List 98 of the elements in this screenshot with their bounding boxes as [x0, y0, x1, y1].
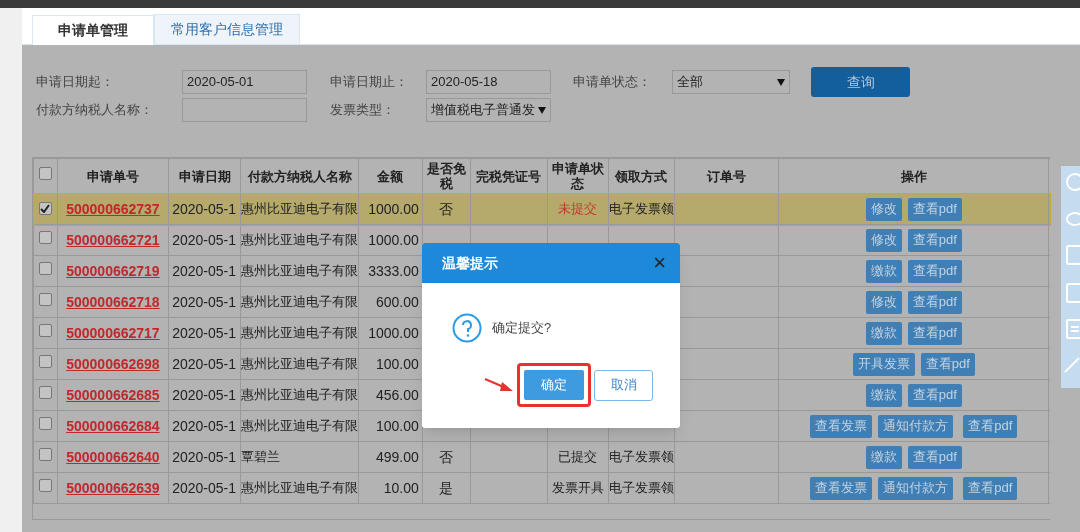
table-cell: 是: [439, 479, 454, 496]
table-cell: 电子发票领: [609, 201, 674, 217]
table-cell: 2020-05-1: [172, 448, 236, 465]
dialog-message: 确定提交?: [492, 319, 552, 338]
field-label: 申请日期止：: [330, 73, 409, 92]
arrow-icon: [484, 377, 514, 393]
action-button[interactable]: 查看pdf: [907, 383, 962, 407]
table-cell: 惠州比亚迪电子有限: [241, 387, 358, 403]
action-button[interactable]: 查看pdf: [907, 197, 962, 221]
action-button[interactable]: 修改: [865, 197, 902, 221]
table-cell: 否: [439, 448, 454, 465]
checkbox[interactable]: [38, 417, 52, 431]
table-cell: 499.00: [375, 448, 419, 465]
checkbox[interactable]: [38, 479, 52, 493]
status-text: 未提交: [558, 201, 598, 217]
action-button[interactable]: 查看pdf: [963, 414, 1018, 438]
table-cell: 惠州比亚迪电子有限: [241, 325, 358, 341]
checkbox[interactable]: [38, 293, 52, 307]
table-cell: 1000.00: [368, 324, 419, 341]
invoice-type-select[interactable]: 增值税电子普通发: [426, 98, 551, 122]
table-cell: 2020-05-1: [172, 386, 236, 403]
checkbox[interactable]: [38, 262, 52, 276]
field-label: 付款方纳税人名称：: [36, 101, 154, 120]
table-cell: 惠州比亚迪电子有限: [241, 201, 358, 217]
search-button[interactable]: 查询: [811, 67, 910, 97]
table-cell: 600.00: [375, 293, 419, 310]
field-label: 申请单状态：: [573, 73, 652, 92]
table-cell: 惠州比亚迪电子有限: [241, 232, 358, 248]
tab[interactable]: 常用客户信息管理: [154, 14, 300, 44]
table-cell: 2020-05-1: [172, 324, 236, 341]
action-button[interactable]: 查看发票: [810, 414, 873, 438]
field-label: 发票类型：: [330, 101, 396, 120]
action-button[interactable]: 查看pdf: [920, 352, 975, 376]
action-button[interactable]: 修改: [865, 290, 902, 314]
checkbox[interactable]: [38, 202, 52, 216]
table-cell: 惠州比亚迪电子有限: [241, 480, 358, 496]
checkbox[interactable]: [38, 386, 52, 400]
action-button[interactable]: 查看pdf: [907, 228, 962, 252]
table-cell: 惠州比亚迪电子有限: [241, 418, 358, 434]
table-cell: 否: [439, 200, 454, 217]
date-field[interactable]: 2020-05-01: [182, 70, 307, 94]
table-cell: 电子发票领: [609, 449, 674, 465]
table-row[interactable]: 500000662639 2020-05-1 惠州比亚迪电子有限 10.00 是 发票开具 电子发票领 查看发票 通知付款方 查看pdf: [33, 472, 1050, 504]
table-cell: 电子发票领: [609, 480, 674, 496]
ok-button[interactable]: 确定: [524, 370, 584, 400]
table-cell: 2020-05-1: [172, 200, 236, 217]
action-button[interactable]: 缴款: [865, 259, 902, 283]
table-cell: 3333.00: [368, 262, 419, 279]
checkbox[interactable]: [38, 355, 52, 369]
action-button[interactable]: 缴款: [865, 383, 902, 407]
table-cell: 2020-05-1: [172, 479, 236, 496]
question-icon: [452, 313, 482, 343]
table-cell: 2020-05-1: [172, 231, 236, 248]
cancel-button[interactable]: 取消: [594, 369, 653, 401]
document-icon[interactable]: [1063, 318, 1080, 340]
edit-icon[interactable]: [1063, 354, 1080, 374]
table-row[interactable]: 500000662640 2020-05-1 覃碧兰 499.00 否 已提交 电子发票领 缴款 查看pdf: [33, 441, 1050, 473]
table-cell: 100.00: [375, 355, 419, 372]
action-button[interactable]: 查看pdf: [907, 321, 962, 345]
action-button[interactable]: 查看发票: [810, 476, 873, 500]
field-label: 申请日期起：: [36, 73, 115, 92]
action-button[interactable]: 开具发票: [852, 352, 915, 376]
action-button[interactable]: 修改: [865, 228, 902, 252]
checkbox[interactable]: [38, 231, 52, 245]
checkbox[interactable]: [38, 448, 52, 462]
action-button[interactable]: 缴款: [865, 321, 902, 345]
table-cell: 2020-05-1: [172, 355, 236, 372]
table-cell: 惠州比亚迪电子有限: [241, 356, 358, 372]
table-row[interactable]: 500000662737 2020-05-1 惠州比亚迪电子有限 1000.00 否 未提交 电子发票领 修改 查看pdf: [33, 193, 1050, 225]
table-cell: 1000.00: [368, 200, 419, 217]
table-cell: 惠州比亚迪电子有限: [241, 294, 358, 310]
date-field[interactable]: 2020-05-18: [426, 70, 551, 94]
action-button[interactable]: 通知付款方: [878, 414, 954, 438]
table-cell: 100.00: [375, 417, 419, 434]
table-cell: 2020-05-1: [172, 293, 236, 310]
dropdown-arrow-icon: [777, 78, 785, 86]
dialog-title: 温馨提示: [442, 253, 498, 273]
table-cell: 2020-05-1: [172, 417, 236, 434]
action-button[interactable]: 查看pdf: [907, 290, 962, 314]
action-button[interactable]: 缴款: [865, 445, 902, 469]
action-button[interactable]: 通知付款方: [878, 476, 954, 500]
status-text: 已提交: [558, 449, 598, 465]
table-cell: 10.00: [383, 479, 419, 496]
table-cell: 惠州比亚迪电子有限: [241, 263, 358, 279]
table-cell: 1000.00: [368, 231, 419, 248]
table-cell: 2020-05-1: [172, 262, 236, 279]
payer-name-field[interactable]: [182, 98, 307, 122]
action-button[interactable]: 查看pdf: [963, 476, 1018, 500]
checkbox[interactable]: [38, 324, 52, 338]
table-cell: 覃碧兰: [241, 449, 281, 465]
action-button[interactable]: 查看pdf: [907, 259, 962, 283]
action-button[interactable]: 查看pdf: [907, 445, 962, 469]
table-cell: 456.00: [375, 386, 419, 403]
tab[interactable]: 申请单管理: [32, 15, 154, 45]
status-select[interactable]: 全部: [672, 70, 790, 94]
status-text: 发票开具: [552, 480, 604, 496]
dropdown-arrow-icon: [538, 106, 546, 114]
checkbox[interactable]: [38, 167, 52, 181]
